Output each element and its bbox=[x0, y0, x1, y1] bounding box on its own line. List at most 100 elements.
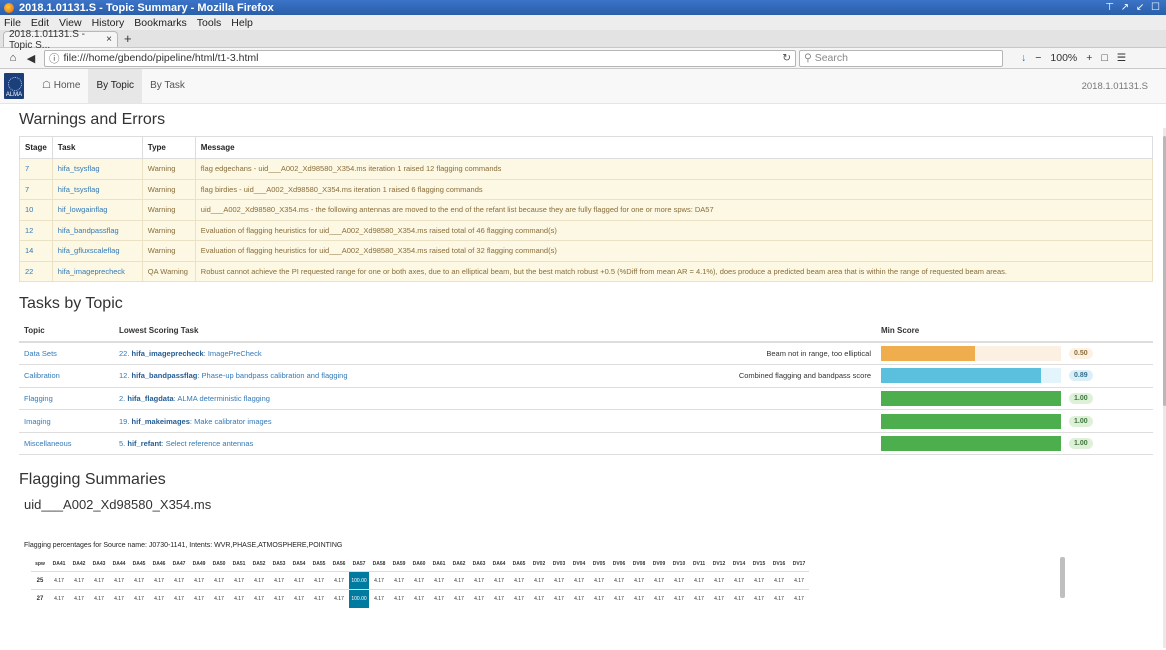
flag-cell: 4.17 bbox=[89, 571, 109, 590]
warning-task: hifa_gfluxscaleflag bbox=[51, 240, 143, 262]
menu-history[interactable]: History bbox=[92, 17, 125, 29]
back-arrow-icon[interactable]: ◀ bbox=[22, 52, 40, 65]
topic-row: Miscellaneous 5. hif_refant: Select refer… bbox=[19, 432, 1153, 456]
browser-tab[interactable]: 2018.1.01131.S - Topic S... × bbox=[3, 29, 118, 51]
zoom-out-button[interactable]: − bbox=[1035, 52, 1041, 64]
lowest-task-link[interactable]: 19. hif_makeimages: Make calibrator imag… bbox=[119, 417, 272, 426]
topic-link[interactable]: Data Sets bbox=[24, 349, 57, 358]
topic-link[interactable]: Imaging bbox=[24, 417, 51, 426]
warning-stage-link[interactable]: 7 bbox=[25, 185, 29, 194]
warning-type: Warning bbox=[141, 219, 196, 241]
info-icon[interactable]: ⓘ bbox=[49, 51, 60, 66]
flag-col-antenna: DV02 bbox=[532, 561, 546, 568]
warning-type: Warning bbox=[141, 158, 196, 180]
warning-stage-link[interactable]: 10 bbox=[25, 205, 33, 214]
lowest-task-link[interactable]: 12. hifa_bandpassflag: Phase-up bandpass… bbox=[119, 371, 348, 380]
menu-tools[interactable]: Tools bbox=[197, 17, 222, 29]
zoom-level[interactable]: 100% bbox=[1050, 52, 1077, 64]
flag-col-antenna: DV05 bbox=[592, 561, 606, 568]
flagging-table-container[interactable]: spw DA41 DA42 DA43 DA44 DA45 DA46 DA47 DA49 DA50 D… bbox=[31, 557, 1071, 608]
nav-home[interactable]: ☖ Home bbox=[34, 69, 88, 103]
flag-cell: 4.17 bbox=[69, 589, 89, 608]
warning-task-link[interactable]: hifa_bandpassflag bbox=[58, 226, 119, 235]
flag-cell: 4.17 bbox=[609, 589, 629, 608]
warning-task-link[interactable]: hifa_imageprecheck bbox=[58, 267, 125, 276]
warning-task: hifa_bandpassflag bbox=[51, 219, 143, 241]
sidebar-toggle-icon[interactable]: □ bbox=[1101, 52, 1107, 64]
flag-col-antenna: DA46 bbox=[152, 561, 166, 568]
topic-link[interactable]: Calibration bbox=[24, 371, 60, 380]
app-version: 2018.1.01131.S bbox=[1081, 80, 1148, 92]
flag-cell: 4.17 bbox=[489, 571, 509, 590]
score-progress-fill bbox=[881, 436, 1061, 452]
nav-by-task[interactable]: By Task bbox=[142, 69, 193, 103]
tab-close-icon[interactable]: × bbox=[106, 34, 112, 45]
flag-col-antenna: DA53 bbox=[272, 561, 286, 568]
warning-task-link[interactable]: hifa_tsysflag bbox=[58, 164, 100, 173]
menu-edit[interactable]: Edit bbox=[31, 17, 49, 29]
flag-cell: 4.17 bbox=[509, 571, 529, 590]
topics-heading: Tasks by Topic bbox=[19, 295, 123, 312]
warning-task-link[interactable]: hifa_gfluxscaleflag bbox=[58, 246, 120, 255]
hamburger-menu-icon[interactable]: ☰ bbox=[1117, 52, 1126, 64]
flag-cell: 4.17 bbox=[589, 589, 609, 608]
alma-logo[interactable]: ALMA bbox=[4, 73, 24, 99]
warning-stage-link[interactable]: 12 bbox=[25, 226, 33, 235]
flag-cell: 4.17 bbox=[149, 571, 169, 590]
flag-cell: 4.17 bbox=[469, 589, 489, 608]
flag-cell: 4.17 bbox=[769, 571, 789, 590]
lowest-task-link[interactable]: 2. hifa_flagdata: ALMA deterministic fla… bbox=[119, 394, 270, 403]
warning-task: hif_lowgainflag bbox=[51, 199, 143, 221]
url-text[interactable]: file:///home/gbendo/pipeline/html/t1-3.h… bbox=[64, 52, 783, 64]
table-scrollbar[interactable] bbox=[1060, 557, 1065, 599]
topic-link[interactable]: Flagging bbox=[24, 394, 53, 403]
task-description: : ImagePreCheck bbox=[203, 349, 262, 359]
search-input[interactable]: ⚲ Search bbox=[799, 49, 1003, 67]
new-tab-button[interactable]: + bbox=[124, 31, 132, 47]
flag-cell: 4.17 bbox=[529, 571, 549, 590]
menu-bookmarks[interactable]: Bookmarks bbox=[134, 17, 187, 29]
zoom-in-button[interactable]: + bbox=[1086, 52, 1092, 64]
menu-file[interactable]: File bbox=[4, 17, 21, 29]
score-badge: 0.50 bbox=[1069, 348, 1093, 360]
flag-cell: 4.17 bbox=[589, 571, 609, 590]
url-bar[interactable]: ⓘ file:///home/gbendo/pipeline/html/t1-3… bbox=[44, 49, 796, 67]
topic-row: Calibration 12. hifa_bandpassflag: Phase-… bbox=[19, 364, 1153, 388]
col-stage: Stage bbox=[19, 136, 53, 159]
task-name: hifa_flagdata bbox=[127, 393, 174, 403]
window-controls[interactable]: ⊤ ↗ ↙ ☐ bbox=[1105, 2, 1162, 13]
score-progress-fill bbox=[881, 346, 975, 362]
flag-cell: 4.17 bbox=[209, 589, 229, 608]
download-icon[interactable]: ↓ bbox=[1021, 52, 1026, 64]
score-progress-bar bbox=[881, 413, 1061, 429]
home-nav-icon: ☖ bbox=[42, 80, 54, 91]
flag-cell: 4.17 bbox=[749, 589, 769, 608]
tab-label: 2018.1.01131.S - Topic S... bbox=[9, 28, 85, 51]
warning-stage-link[interactable]: 7 bbox=[25, 164, 29, 173]
score-progress-fill bbox=[881, 368, 1042, 384]
score-progress-bar bbox=[881, 346, 1061, 362]
nav-by-topic[interactable]: By Topic bbox=[88, 69, 143, 103]
home-icon[interactable]: ⌂ bbox=[4, 52, 22, 64]
warning-stage-link[interactable]: 14 bbox=[25, 246, 33, 255]
flag-col-spw: spw bbox=[35, 561, 45, 568]
warning-task-link[interactable]: hif_lowgainflag bbox=[58, 205, 108, 214]
navigation-toolbar: ⌂ ◀ ⓘ file:///home/gbendo/pipeline/html/… bbox=[0, 48, 1166, 69]
topic-link[interactable]: Miscellaneous bbox=[24, 439, 72, 448]
warning-stage-link[interactable]: 22 bbox=[25, 267, 33, 276]
lowest-task-link[interactable]: 5. hif_refant: Select reference antennas bbox=[119, 439, 253, 448]
flag-col-antenna: DV06 bbox=[612, 561, 626, 568]
warning-row: 10 hif_lowgainflag Warning uid___A002_Xd985… bbox=[19, 199, 1154, 221]
flag-col-antenna: DV14 bbox=[732, 561, 746, 568]
menu-view[interactable]: View bbox=[59, 17, 82, 29]
lowest-task-link[interactable]: 22. hifa_imageprecheck: ImagePreCheck bbox=[119, 349, 262, 358]
warning-task-link[interactable]: hifa_tsysflag bbox=[58, 185, 100, 194]
reload-icon[interactable]: ↻ bbox=[782, 52, 791, 64]
menu-help[interactable]: Help bbox=[231, 17, 253, 29]
task-name: hifa_imageprecheck bbox=[131, 349, 204, 359]
flagging-note: Flagging percentages for Source name: J0… bbox=[24, 542, 343, 550]
flag-col-antenna: DV15 bbox=[752, 561, 766, 568]
topic-cell: Flagging bbox=[19, 387, 114, 411]
flag-cell: 4.17 bbox=[49, 589, 69, 608]
flag-cell: 4.17 bbox=[409, 589, 429, 608]
